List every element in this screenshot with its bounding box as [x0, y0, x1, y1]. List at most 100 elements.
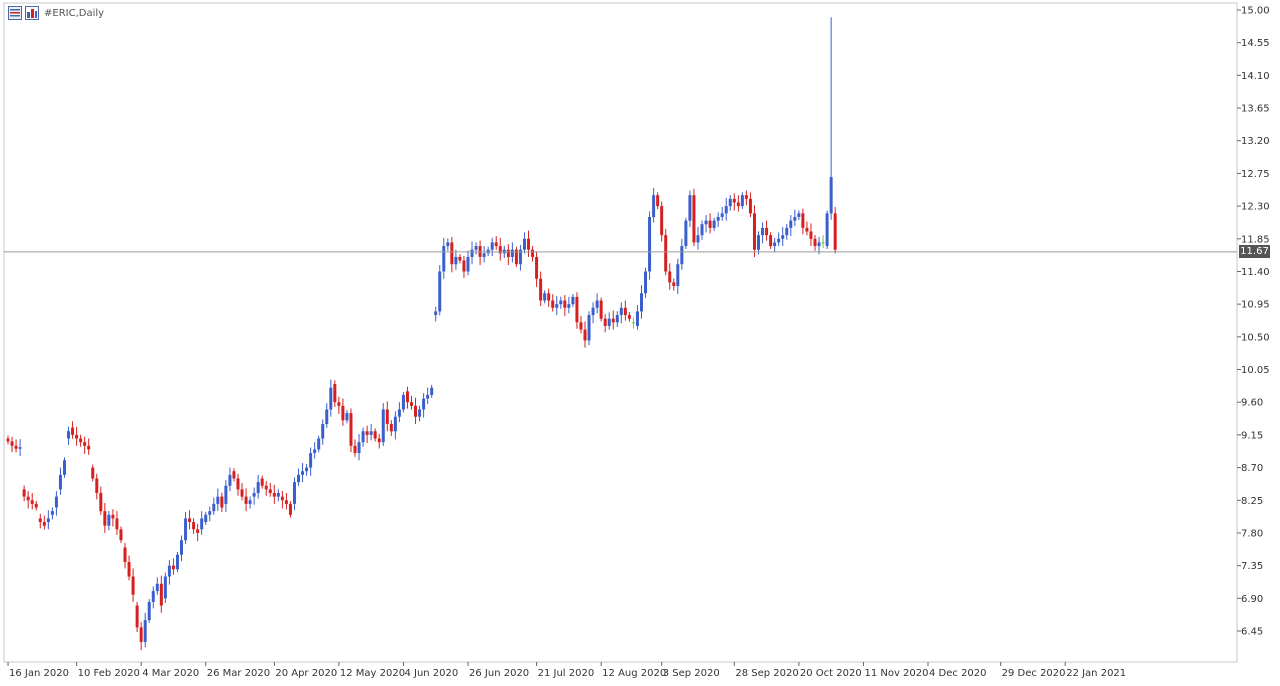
- candle-body: [724, 206, 728, 214]
- candle: [280, 491, 284, 509]
- candle-body: [14, 445, 18, 449]
- candle-body: [744, 195, 748, 199]
- time-axis[interactable]: 16 Jan 2020 10 Feb 2020 4 Mar 2020 26 Mar 2…: [7, 662, 1126, 679]
- candle: [442, 237, 446, 279]
- candle-body: [220, 496, 224, 508]
- candle: [510, 242, 514, 263]
- candle-body: [462, 260, 466, 272]
- candle: [30, 493, 34, 510]
- candle: [410, 395, 413, 410]
- candle-body: [668, 271, 672, 283]
- candle-body: [522, 238, 526, 250]
- time-tick-label: 26 Mar 2020: [207, 668, 270, 679]
- candle: [131, 568, 135, 602]
- candle-body: [535, 256, 539, 279]
- candle-body: [397, 409, 401, 417]
- candle-body: [422, 398, 426, 410]
- time-tick-label: 16 Jan 2020: [9, 668, 69, 679]
- chart-header: #ERIC,Daily: [8, 5, 104, 21]
- candle-body: [482, 253, 486, 257]
- candle-body: [494, 242, 498, 247]
- candle-body: [434, 311, 438, 316]
- candle-body: [765, 227, 769, 236]
- candle: [539, 271, 543, 307]
- candle: [393, 411, 397, 440]
- candle: [58, 467, 62, 495]
- candle-body: [309, 453, 313, 468]
- template-icon[interactable]: [25, 6, 39, 20]
- candle-body: [539, 278, 543, 301]
- time-tick-label: 3 Sep 2020: [663, 668, 720, 679]
- candle-body: [272, 493, 276, 497]
- candle: [42, 515, 46, 530]
- candle: [337, 396, 341, 414]
- candle: [660, 201, 664, 242]
- candle: [256, 474, 260, 499]
- candle: [200, 511, 204, 535]
- candle-body: [87, 445, 91, 450]
- candle: [652, 187, 656, 223]
- candle: [692, 188, 696, 247]
- candle: [793, 209, 797, 227]
- candle-body: [664, 235, 668, 272]
- time-tick-label: 21 Jul 2020: [538, 668, 595, 679]
- candle-body: [490, 242, 494, 250]
- candle: [260, 475, 264, 489]
- candle-body: [716, 217, 720, 221]
- candle-body: [506, 249, 510, 257]
- candle: [527, 230, 531, 257]
- candle: [631, 317, 635, 329]
- chart-window-icon[interactable]: [8, 6, 22, 20]
- candle: [159, 575, 163, 613]
- candle: [188, 510, 192, 530]
- candle-body: [801, 213, 805, 228]
- chart-window[interactable]: 6.45 6.90 7.35 7.80 8.25 8.70 9.15 9.60 10.05 10.…: [0, 0, 1280, 686]
- candle-body: [373, 431, 377, 439]
- candlestick-chart[interactable]: 6.45 6.90 7.35 7.80 8.25 8.70 9.15 9.60 10.05 10.…: [0, 0, 1280, 686]
- time-tick-label: 20 Oct 2020: [800, 668, 862, 679]
- candle: [551, 294, 555, 312]
- candle-body: [301, 471, 305, 475]
- candle: [147, 599, 151, 624]
- candle-body: [567, 304, 571, 308]
- symbol-period-label: #ERIC,Daily: [44, 7, 105, 19]
- candle: [75, 426, 79, 446]
- candle-body: [607, 318, 611, 326]
- candle-body: [252, 493, 256, 497]
- time-tick-label: 4 Dec 2020: [929, 668, 987, 679]
- price-axis[interactable]: 6.45 6.90 7.35 7.80 8.25 8.70 9.15 9.60 10.05 10.…: [1237, 6, 1270, 638]
- candle-body: [224, 485, 228, 504]
- price-tick-label: 8.70: [1241, 463, 1263, 474]
- candle-body: [131, 576, 135, 595]
- candle-body: [127, 562, 131, 577]
- candle-body: [284, 500, 288, 504]
- candle: [163, 572, 167, 603]
- candle: [535, 251, 539, 287]
- candle: [276, 489, 280, 502]
- candle-body: [240, 489, 244, 497]
- candle: [10, 436, 14, 453]
- candle-body: [369, 431, 373, 435]
- candle: [204, 511, 208, 525]
- candle-body: [773, 242, 777, 247]
- candle: [208, 506, 212, 522]
- candle-body: [345, 413, 349, 421]
- candle: [579, 315, 583, 334]
- candle: [155, 577, 159, 595]
- candle-body: [559, 300, 563, 305]
- candle-body: [748, 198, 752, 214]
- candle: [809, 223, 813, 247]
- candle: [171, 558, 175, 575]
- candle: [490, 237, 494, 257]
- candle-body: [50, 511, 54, 515]
- candle: [607, 312, 611, 330]
- candle: [466, 250, 470, 276]
- candle: [700, 220, 704, 240]
- candle-body: [38, 518, 42, 523]
- candle: [458, 254, 462, 264]
- candle: [563, 295, 567, 316]
- candle-body: [321, 424, 325, 439]
- candle-body: [728, 198, 732, 207]
- candle-body: [393, 416, 397, 432]
- candle: [789, 215, 793, 237]
